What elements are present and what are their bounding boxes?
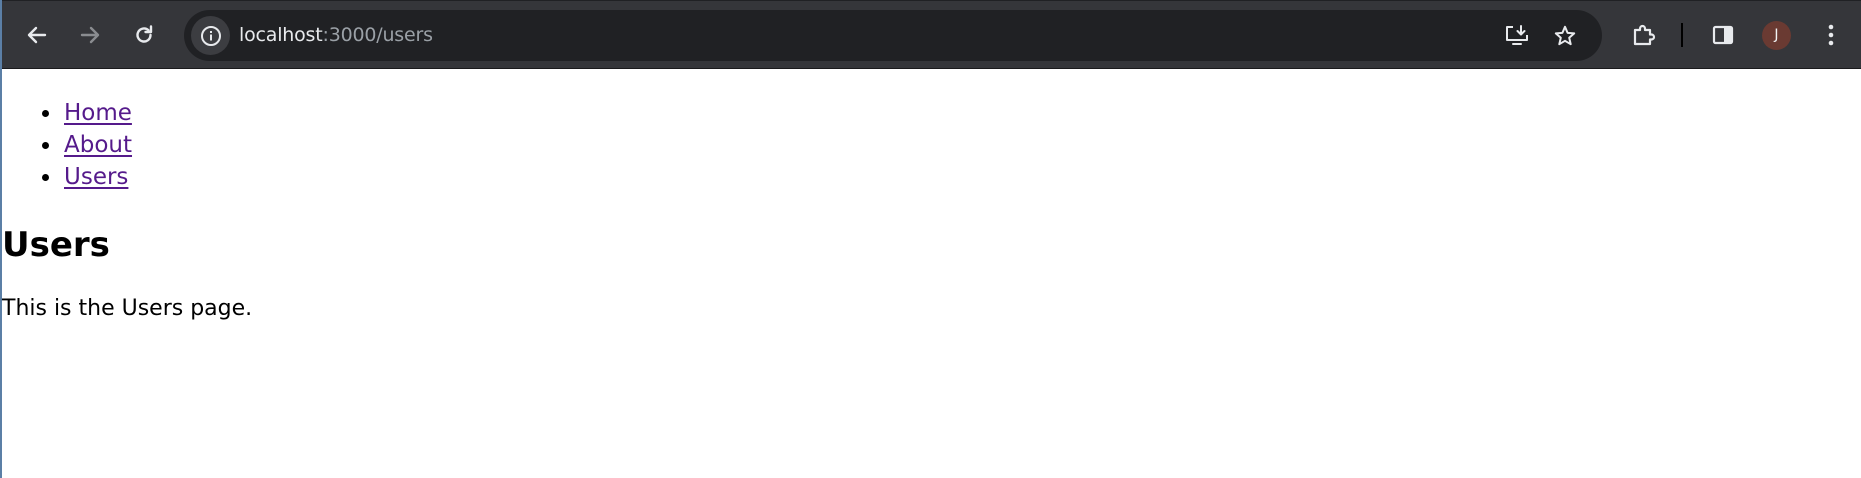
- profile-avatar[interactable]: J: [1762, 21, 1791, 50]
- puzzle-icon: [1633, 24, 1656, 46]
- browser-window: localhost:3000/users J • Home • About • …: [0, 0, 1861, 478]
- nav-item-about: About: [62, 129, 132, 161]
- page-body-text: This is the Users page.: [2, 296, 253, 321]
- page-title: Users: [2, 225, 110, 265]
- install-app-icon: [1506, 25, 1528, 45]
- reload-icon: [136, 25, 153, 43]
- side-panel-button[interactable]: [1703, 15, 1743, 55]
- nav-item-users: Users: [62, 161, 132, 193]
- install-app-button[interactable]: [1498, 17, 1536, 55]
- side-panel-icon: [1712, 25, 1734, 45]
- browser-toolbar: localhost:3000/users J: [2, 0, 1861, 69]
- nav-link-users[interactable]: Users: [64, 164, 128, 190]
- arrow-right-icon: [80, 26, 100, 44]
- nav-item-home: Home: [62, 97, 132, 129]
- forward-button[interactable]: [70, 15, 110, 55]
- arrow-left-icon: [27, 26, 47, 44]
- reload-button[interactable]: [124, 15, 164, 55]
- toolbar-separator: [1681, 23, 1683, 47]
- kebab-menu-icon: [1828, 24, 1834, 46]
- address-bar[interactable]: localhost:3000/users: [184, 10, 1602, 61]
- bookmark-button[interactable]: [1546, 17, 1584, 55]
- back-button[interactable]: [17, 15, 57, 55]
- extensions-button[interactable]: [1624, 15, 1664, 55]
- nav-link-home[interactable]: Home: [64, 100, 132, 126]
- nav-link-about[interactable]: About: [64, 132, 132, 158]
- url-path: :3000/users: [322, 24, 434, 46]
- star-icon: [1554, 25, 1576, 46]
- nav-list: Home About Users: [2, 97, 132, 193]
- browser-menu-button[interactable]: [1811, 15, 1851, 55]
- site-info-button[interactable]: [191, 16, 230, 55]
- url-text[interactable]: localhost:3000/users: [239, 10, 433, 61]
- url-host: localhost: [239, 24, 323, 46]
- info-icon: [200, 25, 221, 46]
